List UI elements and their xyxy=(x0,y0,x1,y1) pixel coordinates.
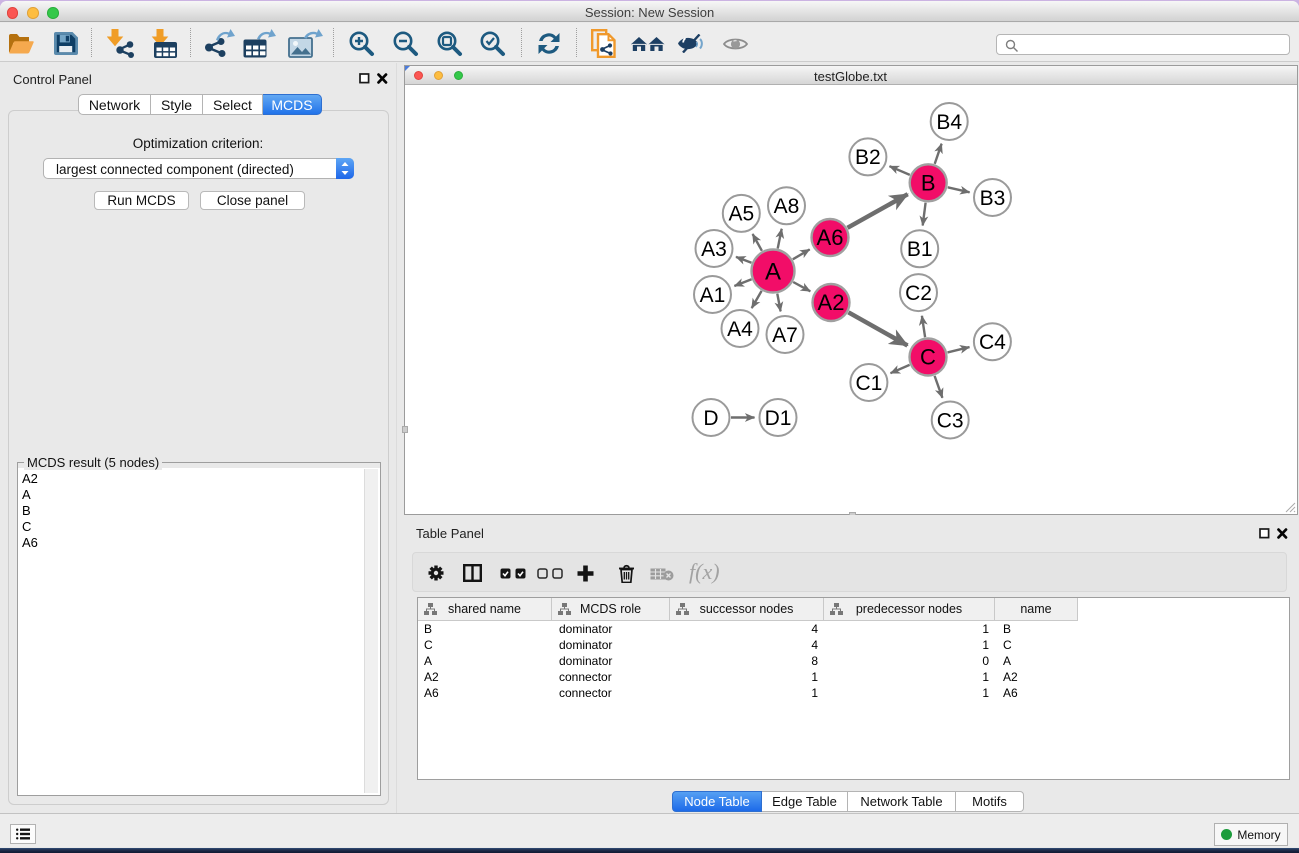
svg-text:A7: A7 xyxy=(772,323,798,346)
svg-text:C3: C3 xyxy=(936,409,963,432)
svg-text:A5: A5 xyxy=(728,202,754,225)
svg-text:A8: A8 xyxy=(773,195,799,218)
svg-text:C2: C2 xyxy=(905,281,932,304)
svg-text:A6: A6 xyxy=(816,225,843,250)
svg-text:C4: C4 xyxy=(978,331,1005,354)
svg-text:C1: C1 xyxy=(855,371,882,394)
svg-text:C: C xyxy=(920,344,936,369)
svg-text:A1: A1 xyxy=(699,283,725,306)
svg-text:A4: A4 xyxy=(727,317,753,340)
svg-text:B1: B1 xyxy=(906,238,932,261)
svg-text:A: A xyxy=(764,258,780,285)
svg-text:A3: A3 xyxy=(701,237,727,260)
svg-text:D1: D1 xyxy=(764,406,791,429)
svg-text:B: B xyxy=(920,170,935,195)
svg-text:A2: A2 xyxy=(817,290,844,315)
svg-text:B3: B3 xyxy=(979,186,1005,209)
svg-text:B4: B4 xyxy=(936,110,962,133)
svg-text:D: D xyxy=(703,406,718,429)
svg-text:B2: B2 xyxy=(855,146,881,169)
